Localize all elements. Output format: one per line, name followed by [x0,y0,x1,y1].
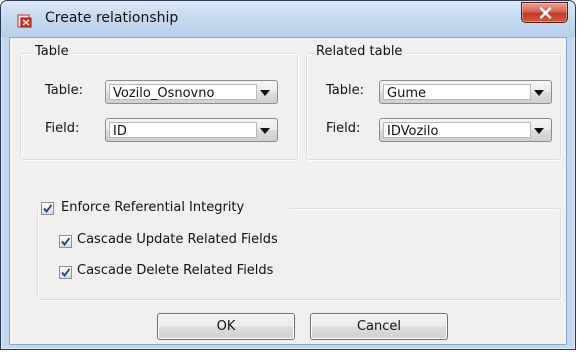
checkmark-icon [61,268,71,277]
cancel-button[interactable]: Cancel [310,313,448,340]
related-table-select-value: Gume [387,86,426,101]
integrity-group [37,208,561,300]
close-icon [539,7,552,19]
cascade-update-label: Cascade Update Related Fields [77,232,278,247]
dialog-body: Table Table: Vozilo_Osnovno Field: ID Re… [9,37,567,345]
ok-button[interactable]: OK [157,313,295,340]
table-label: Table: [45,83,83,98]
app-icon [17,13,34,28]
table-select[interactable]: Vozilo_Osnovno [105,80,278,104]
dialog-window: Create relationship Table Table: Vozilo_… [0,0,576,350]
related-field-select[interactable]: IDVozilo [379,118,552,142]
window-title: Create relationship [45,10,179,26]
enforce-integrity-label: Enforce Referential Integrity [61,200,245,215]
field-label: Field: [45,121,80,136]
chevron-down-icon [534,128,544,134]
related-field-select-value: IDVozilo [387,124,439,139]
table-group-legend: Table [32,44,72,59]
enforce-integrity-checkbox[interactable] [41,202,54,215]
field-select-value: ID [113,124,127,139]
chevron-down-icon [260,90,270,96]
chevron-down-icon [534,90,544,96]
related-table-group-legend: Related table [313,44,406,59]
table-select-value: Vozilo_Osnovno [113,86,215,101]
checkmark-icon [61,237,71,246]
table-group [20,53,298,160]
checkmark-icon [43,204,53,213]
field-select[interactable]: ID [105,118,278,142]
cascade-update-checkbox[interactable] [59,235,72,248]
related-table-select[interactable]: Gume [379,80,552,104]
close-button[interactable] [521,2,568,23]
integrity-legend: Enforce Referential Integrity [39,198,289,218]
cascade-delete-label: Cascade Delete Related Fields [77,263,274,278]
related-field-label: Field: [326,121,361,136]
cascade-delete-checkbox[interactable] [59,266,72,279]
title-bar[interactable]: Create relationship [1,1,575,37]
related-table-label: Table: [326,83,364,98]
related-table-group [306,53,561,160]
chevron-down-icon [260,128,270,134]
